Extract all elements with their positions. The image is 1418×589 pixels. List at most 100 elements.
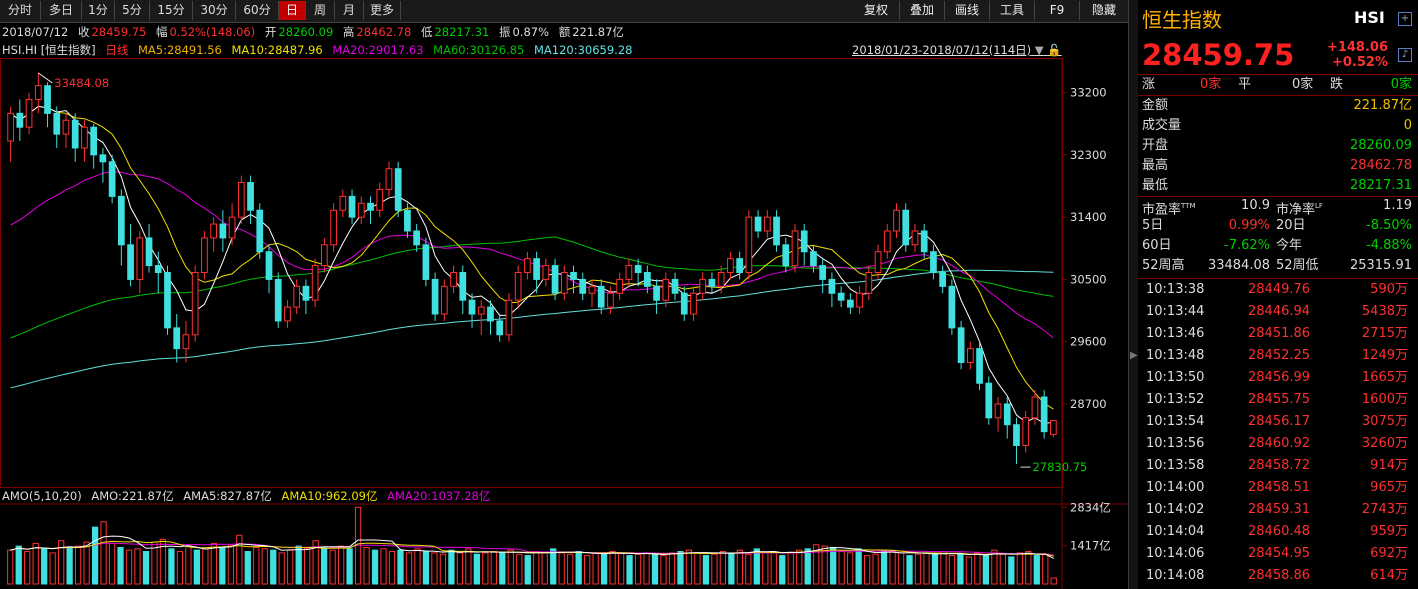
period-tab-daily[interactable]: 日 <box>279 1 306 20</box>
candle-body <box>385 168 393 190</box>
draw-button[interactable]: 画线 <box>945 1 990 20</box>
period-label: 日线 <box>105 43 129 57</box>
date-range-selector[interactable]: 2018/01/23-2018/07/12(114日) ▼ 🔓 <box>852 42 1062 58</box>
candle-body <box>542 265 550 280</box>
volume-bar <box>227 544 234 585</box>
period-tab-multiday[interactable]: 多日 <box>41 1 82 20</box>
y-tick-label: 32300 <box>1070 148 1107 162</box>
candle-body <box>81 126 88 149</box>
up-label: 涨 <box>1142 77 1156 92</box>
period-tab-15min[interactable]: 15分 <box>150 1 193 20</box>
volume-bar <box>974 552 981 585</box>
volume-bar <box>634 553 642 585</box>
price-chart[interactable]: 33200 32300 31400 30500 29600 28700 33484.08 2… <box>0 58 1128 589</box>
amo-value: AMO:221.87亿 <box>91 489 174 503</box>
volume-bar <box>168 548 175 585</box>
candle-body <box>505 299 513 336</box>
add-icon[interactable]: + <box>1398 12 1412 26</box>
overlay-button[interactable]: 叠加 <box>900 1 945 20</box>
ma-lines <box>10 105 1054 424</box>
candle-body <box>625 265 633 280</box>
volume-bar <box>49 552 56 585</box>
tick-time: 10:13:52 <box>1146 392 1205 407</box>
high-value: 28462.78 <box>356 25 412 39</box>
period-tab-weekly[interactable]: 周 <box>306 1 335 20</box>
candle-body <box>16 112 24 128</box>
volume-bar <box>804 548 811 585</box>
volume-bar <box>337 545 345 585</box>
tick-time: 10:14:04 <box>1146 524 1205 539</box>
volume-bar <box>897 552 905 585</box>
tick-time: 10:14:02 <box>1146 502 1205 517</box>
low-value: 28217.31 <box>434 25 490 39</box>
stat-value: 28217.31 <box>1349 178 1412 193</box>
close-value: 28459.75 <box>91 25 147 39</box>
tick-price: 28458.86 <box>1248 568 1311 583</box>
y-tick-label: 31400 <box>1070 210 1107 224</box>
volume-bar <box>1050 577 1057 585</box>
period-tab-5min[interactable]: 5分 <box>115 1 150 20</box>
dropdown-triangle-icon[interactable]: ▼ <box>1035 43 1044 57</box>
tick-volume: 1665万 <box>1361 370 1408 385</box>
volume-bar <box>278 552 285 585</box>
candle-body <box>477 306 485 315</box>
candle-body <box>1013 424 1020 446</box>
volume-bar <box>847 552 854 585</box>
tick-row: 10:14:06 28454.95 692万 <box>1142 543 1412 565</box>
tick-price: 28449.76 <box>1248 282 1311 297</box>
volume-bar <box>982 555 990 585</box>
candle-body <box>828 278 836 294</box>
volume-bar <box>651 553 659 585</box>
tick-row: 10:13:58 28458.72 914万 <box>1142 455 1412 477</box>
candle-body <box>219 223 227 239</box>
period-tab-monthly[interactable]: 月 <box>335 1 364 20</box>
candle-body <box>284 306 291 322</box>
tick-row: 10:13:38 28449.76 590万 <box>1142 279 1412 301</box>
tick-volume: 614万 <box>1370 568 1408 583</box>
candle-body <box>450 272 457 287</box>
period-tab-30min[interactable]: 30分 <box>193 1 236 20</box>
tick-row: 10:13:46 28451.86 2715万 <box>1142 323 1412 345</box>
candle-body <box>339 195 347 211</box>
candle-body <box>191 272 199 336</box>
candle-body <box>597 285 605 308</box>
volume-bar <box>363 546 370 585</box>
period-tab-more[interactable]: 更多 <box>364 1 401 20</box>
ma10-legend: MA10:28487.96 <box>231 43 323 57</box>
tick-price: 28458.72 <box>1248 458 1311 473</box>
candle-body <box>496 320 504 336</box>
candle-body <box>487 306 494 322</box>
volume-bar <box>261 548 268 585</box>
alert-bell-icon[interactable]: ♪ <box>1398 48 1412 62</box>
period-tab-1min[interactable]: 1分 <box>82 1 115 20</box>
return-row-60d: 60日 -7.62% 今年 -4.88% <box>1142 236 1412 256</box>
candle-body <box>53 112 61 135</box>
volume-bar <box>431 552 438 585</box>
candle-body <box>228 216 236 239</box>
candle-body <box>708 278 716 287</box>
period-tab-intraday[interactable]: 分时 <box>0 1 41 20</box>
volume-bar <box>584 555 591 585</box>
volume-bar <box>745 553 752 585</box>
hide-button[interactable]: 隐藏 <box>1080 1 1128 20</box>
candle-body <box>90 126 98 156</box>
lock-icon[interactable]: 🔓 <box>1047 43 1061 57</box>
candle-body <box>7 112 14 142</box>
candle-body <box>837 292 845 301</box>
adjust-button[interactable]: 复权 <box>853 1 900 20</box>
ama10-line <box>10 540 1054 557</box>
flat-label: 平 <box>1238 77 1252 92</box>
volume-bar <box>465 548 472 585</box>
candle-body <box>237 182 245 218</box>
volume-bar <box>991 549 998 585</box>
lo52-label: 52周低 <box>1276 258 1319 273</box>
volume-bar <box>253 546 260 585</box>
collapse-arrow-icon[interactable]: ▶ <box>1130 350 1138 361</box>
stat-row-low: 最低 28217.31 <box>1142 176 1412 196</box>
tools-button[interactable]: 工具 <box>990 1 1035 20</box>
f9-button[interactable]: F9 <box>1035 1 1080 20</box>
tick-volume: 959万 <box>1370 524 1408 539</box>
volume-bar <box>219 546 226 585</box>
period-tab-60min[interactable]: 60分 <box>236 1 279 20</box>
tick-volume: 3260万 <box>1361 436 1408 451</box>
